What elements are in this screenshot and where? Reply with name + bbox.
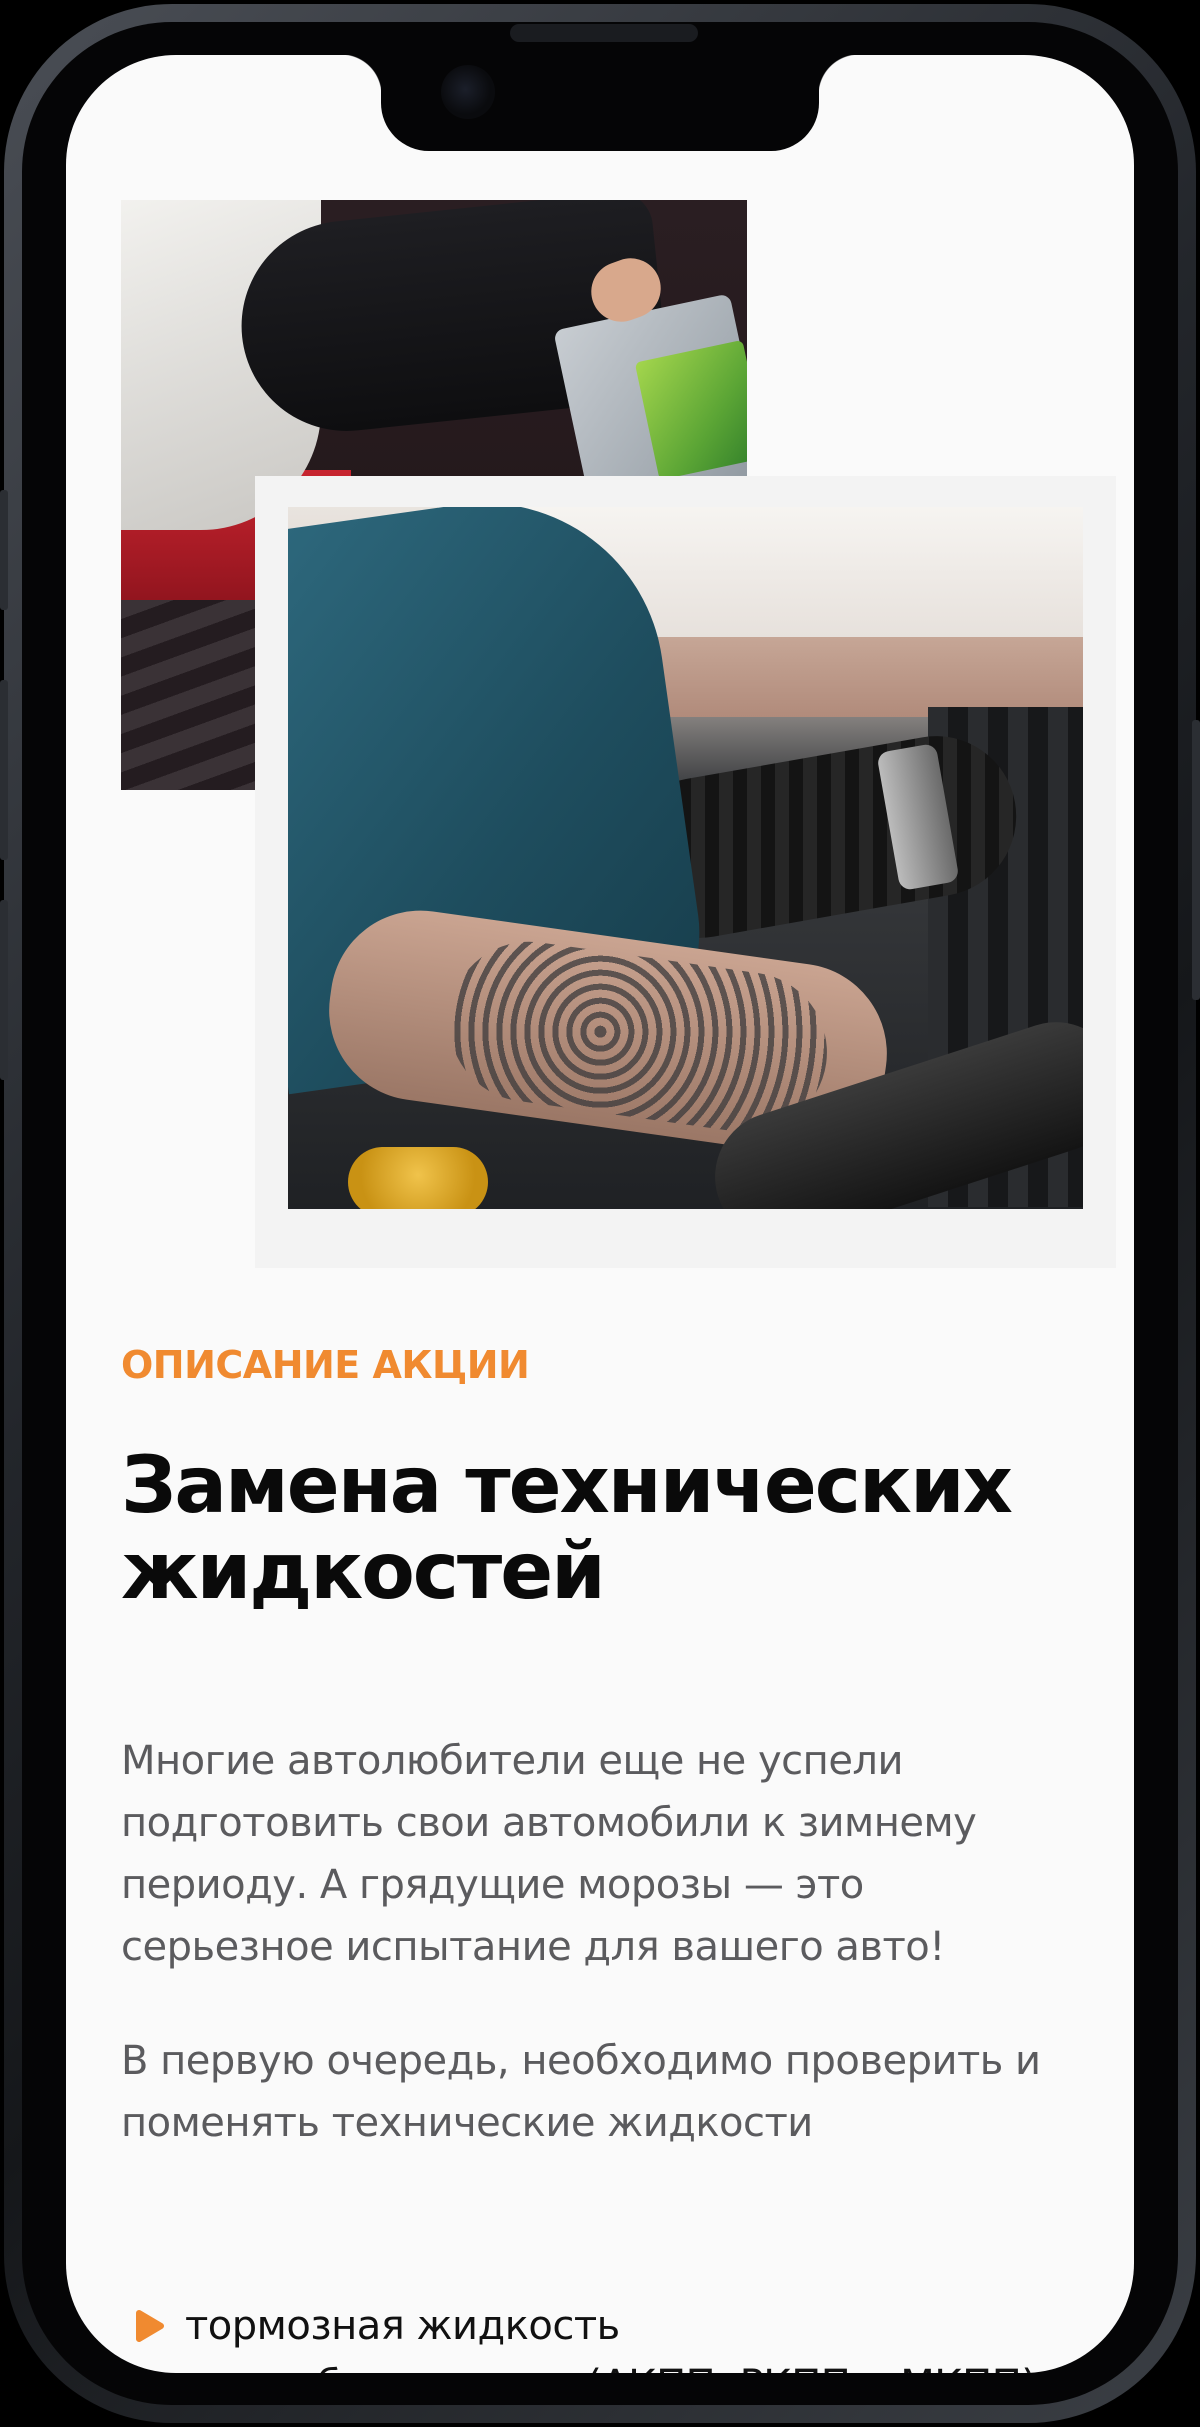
promo-description-secondary: В первую очередь, необходимо проверить и… xyxy=(121,2038,1041,2146)
play-triangle-icon xyxy=(136,2310,164,2342)
promo-title: Замена технических жидкостей xyxy=(121,1441,1013,1617)
list-item: тормозная жидкость xyxy=(121,2296,1121,2356)
list-item-label: тормозная жидкость xyxy=(185,2303,620,2349)
engine-repair-photo xyxy=(288,507,1083,1209)
volume-down-button xyxy=(0,900,8,1080)
volume-up-button xyxy=(0,680,8,860)
speaker-slot xyxy=(510,24,698,42)
power-button xyxy=(1192,720,1200,1000)
list-item-label: в коробке передач (АКПП, РКПП и МКПП) xyxy=(185,2362,1037,2373)
promo-description: Многие автолюбители еще не успели подгот… xyxy=(121,1738,977,1970)
screen: ОПИСАНИЕ АКЦИИ Замена технических жидкос… xyxy=(66,55,1134,2373)
front-camera xyxy=(441,65,495,119)
list-item: в коробке передач (АКПП, РКПП и МКПП) xyxy=(121,2355,1121,2373)
notch xyxy=(341,55,859,151)
play-triangle-icon xyxy=(136,2369,147,2373)
mute-switch xyxy=(0,490,8,610)
section-eyebrow: ОПИСАНИЕ АКЦИИ xyxy=(121,1343,530,1387)
